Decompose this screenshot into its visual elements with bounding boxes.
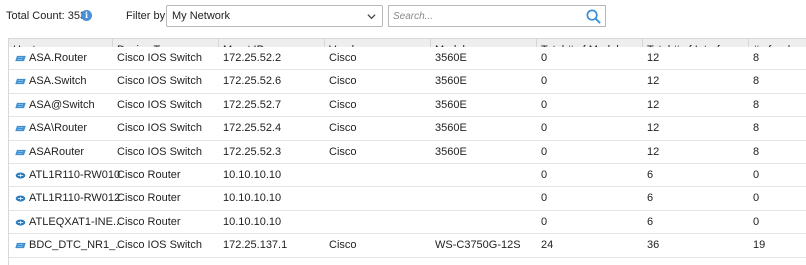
mgmt-ip-cell: 10.10.10.10 [223, 169, 282, 181]
device-type-cell: Cisco Router [117, 192, 181, 205]
up-up-cell: 0 [753, 169, 760, 181]
mgmt-ip-cell: 172.25.52.2 [223, 52, 282, 64]
up-up-cell: 8 [753, 52, 760, 64]
filter-dropdown[interactable]: My Network [166, 5, 383, 27]
modules-cell: 24 [541, 239, 554, 252]
device-type-cell: Cisco IOS Switch [117, 145, 202, 158]
modules-cell: 0 [541, 169, 548, 181]
chevron-down-icon [367, 14, 376, 20]
search-icon[interactable] [585, 8, 602, 25]
model-cell: 3560E [435, 145, 467, 158]
device-type-cell: Cisco IOS Switch [117, 75, 202, 88]
modules-cell: 0 [541, 122, 548, 135]
model-cell [431, 187, 537, 210]
model-cell: 3560E [435, 98, 467, 111]
up-up-cell: 0 [753, 192, 760, 205]
interfaces-cell: 12 [647, 75, 660, 88]
search-box [388, 5, 606, 27]
model-cell: 3560E [435, 122, 467, 135]
mgmt-ip-cell: 172.25.137.1 [223, 239, 288, 252]
interfaces-cell: 12 [647, 122, 660, 135]
mgmt-ip-cell: 172.25.52.4 [223, 122, 282, 135]
up-up-cell: 8 [753, 98, 760, 111]
device-type-cell: Cisco Router [117, 215, 181, 228]
device-type-cell: Cisco IOS Switch [117, 122, 202, 135]
model-cell [431, 164, 537, 187]
model-cell: WS-C3750G-12S [435, 239, 521, 252]
device-type-cell: Cisco IOS Switch [117, 52, 202, 64]
modules-cell: 0 [541, 52, 548, 64]
vendor-cell: Cisco [329, 98, 357, 111]
table-row[interactable]: BDC_DTC_NR1_... Cisco IOS Switch 172.25.13… [9, 234, 806, 258]
filter-label: Filter by: [126, 10, 169, 22]
up-up-cell: 19 [753, 239, 766, 252]
interfaces-cell: 12 [647, 145, 660, 158]
mgmt-ip-cell: 172.25.52.6 [223, 75, 282, 88]
vendor-cell [325, 187, 431, 210]
up-up-cell: 0 [753, 215, 760, 228]
vendor-cell [325, 164, 431, 187]
vendor-cell: Cisco [329, 145, 357, 158]
interfaces-cell: 6 [647, 169, 654, 181]
model-cell [431, 211, 537, 234]
interfaces-cell: 6 [647, 192, 654, 205]
table-row[interactable]: ASARouter Cisco IOS Switch 172.25.52.3 Cisc… [9, 140, 806, 164]
mgmt-ip-cell: 172.25.52.7 [223, 98, 282, 111]
device-type-cell: Cisco IOS Switch [117, 239, 202, 252]
vendor-cell [325, 211, 431, 234]
table-row[interactable]: ASA@Switch Cisco IOS Switch 172.25.52.7 Cis… [9, 93, 806, 118]
device-type-cell: Cisco IOS Switch [117, 98, 202, 111]
vendor-cell: Cisco [329, 122, 357, 135]
vendor-cell: Cisco [329, 239, 357, 252]
table-row[interactable]: ASA.Router Cisco IOS Switch 172.25.52.2 Cis… [9, 47, 806, 71]
filter-value: My Network [172, 10, 231, 22]
mgmt-ip-cell: 10.10.10.10 [223, 192, 282, 205]
search-input[interactable] [393, 9, 578, 24]
table-row[interactable]: ASA\Router Cisco IOS Switch 172.25.52.4 Cis… [9, 117, 806, 141]
mgmt-ip-cell: 10.10.10.10 [223, 215, 282, 228]
modules-cell: 0 [541, 145, 548, 158]
modules-cell: 0 [541, 75, 548, 88]
up-up-cell: 8 [753, 122, 760, 135]
modules-cell: 0 [541, 98, 548, 111]
interfaces-cell: 12 [647, 98, 660, 111]
toolbar: Total Count: 353 i Filter by: My Network [0, 0, 806, 36]
vendor-cell: Cisco [329, 52, 357, 64]
info-icon[interactable]: i [81, 10, 92, 21]
mgmt-ip-cell: 172.25.52.3 [223, 145, 282, 158]
modules-cell: 0 [541, 192, 548, 205]
up-up-cell: 8 [753, 145, 760, 158]
up-up-cell: 8 [753, 75, 760, 88]
vendor-cell: Cisco [329, 75, 357, 88]
device-table: Hostname Device Type Mgmt IP Vendor Mode… [8, 38, 806, 265]
table-row[interactable]: ATL1R110-RW010 Cisco Router 10.10.10.10 0 6 0 [9, 164, 806, 188]
table-row[interactable]: ATL1R110-RW012 Cisco Router 10.10.10.10 0 6 0 [9, 187, 806, 211]
interfaces-cell: 36 [647, 239, 660, 252]
model-cell: 3560E [435, 52, 467, 64]
device-type-cell: Cisco Router [117, 169, 181, 181]
table-row[interactable]: ASA.Switch Cisco IOS Switch 172.25.52.6 Cis… [9, 70, 806, 94]
model-cell: 3560E [435, 75, 467, 88]
interfaces-cell: 6 [647, 215, 654, 228]
modules-cell: 0 [541, 215, 548, 228]
total-count: Total Count: 353 [6, 10, 87, 22]
table-row[interactable]: ATLEQXAT1-INE... Cisco Router 10.10.10.10 0… [9, 210, 806, 235]
interfaces-cell: 12 [647, 52, 660, 64]
